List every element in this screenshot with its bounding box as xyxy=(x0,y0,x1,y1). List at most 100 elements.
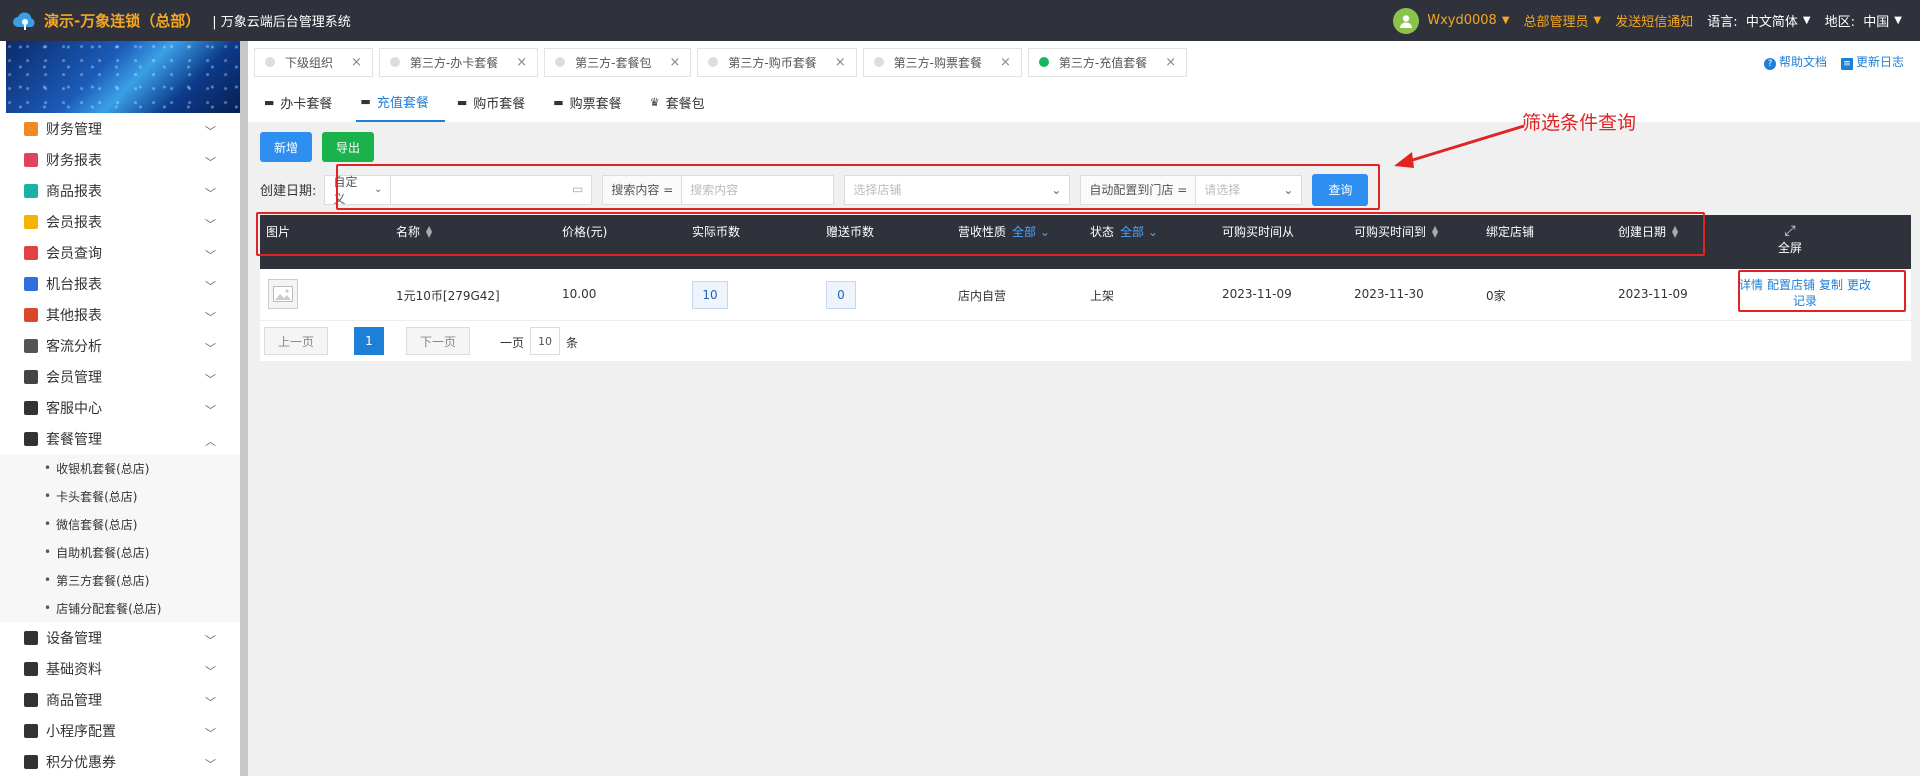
query-button[interactable]: 查询 xyxy=(1312,173,1369,206)
image-placeholder-icon[interactable] xyxy=(268,279,298,309)
close-icon[interactable]: × xyxy=(835,55,846,70)
close-icon[interactable]: × xyxy=(1165,55,1176,70)
sidebar-item-9[interactable]: 客服中心 ﹀ xyxy=(0,392,240,423)
close-icon[interactable]: × xyxy=(351,55,362,70)
config-store-link[interactable]: 配置店铺 xyxy=(1767,278,1815,292)
sidebar-item-4[interactable]: 会员查询 ﹀ xyxy=(0,237,240,268)
tab-3[interactable]: 第三方-购币套餐 × xyxy=(697,47,857,77)
sidebar-item-6[interactable]: 其他报表 ﹀ xyxy=(0,299,240,330)
chevron-down-icon: ﹀ xyxy=(205,156,216,169)
close-icon[interactable]: × xyxy=(516,55,527,70)
sidebar-item-label: 套餐管理 xyxy=(46,431,102,448)
subtab-0[interactable]: ▬ 办卡套餐 xyxy=(260,82,348,122)
sidebar-subitem[interactable]: 卡头套餐(总店) xyxy=(0,482,240,510)
col-created[interactable]: 创建日期 ▲ ▼ xyxy=(1618,223,1678,240)
help-docs-link[interactable]: ? 帮助文档 xyxy=(1763,53,1827,70)
sidebar-item-3[interactable]: 会员报表 ﹀ xyxy=(0,206,240,237)
copy-link[interactable]: 复制 xyxy=(1819,278,1843,292)
cell-bound-store: 0家 xyxy=(1486,289,1506,303)
sidebar-item-a0[interactable]: 设备管理 ﹀ xyxy=(0,622,240,653)
language-value: 中文简体 xyxy=(1745,15,1798,30)
document-icon: ≡ xyxy=(1840,58,1853,70)
subtab-1[interactable]: ▬ 充值套餐 xyxy=(356,82,445,122)
subtab-4[interactable]: ♛ 套餐包 xyxy=(646,82,721,122)
tab-1[interactable]: 第三方-办卡套餐 × xyxy=(378,47,539,77)
sidebar-subitem[interactable]: 微信套餐(总店) xyxy=(0,510,240,538)
language-selector[interactable]: 语言: 中文简体 ▼ xyxy=(1707,11,1810,30)
subtab-3[interactable]: ▬ 购票套餐 xyxy=(549,82,637,122)
tab-0[interactable]: 下级组织 × xyxy=(254,47,373,77)
close-icon[interactable]: × xyxy=(1000,55,1011,70)
date-mode-select[interactable]: 自定义 ⌄ xyxy=(325,175,392,206)
sidebar-subitem[interactable]: 第三方套餐(总店) xyxy=(0,566,240,594)
date-range-input[interactable]: ▭ xyxy=(391,176,591,204)
tab-4[interactable]: 第三方-购票套餐 × xyxy=(862,47,1022,77)
changelog-link[interactable]: ≡ 更新日志 xyxy=(1840,53,1904,70)
sidebar-subitem[interactable]: 收银机套餐(总店) xyxy=(0,454,240,482)
close-icon[interactable]: × xyxy=(670,55,681,70)
tab-label: 下级组织 xyxy=(285,55,334,70)
sort-icon: ▲ ▼ xyxy=(1672,223,1679,239)
details-link[interactable]: 详情 xyxy=(1739,278,1763,292)
subtab-label: 充值套餐 xyxy=(376,95,429,111)
current-page[interactable]: 1 xyxy=(354,327,384,355)
menu-icon xyxy=(24,723,38,738)
sidebar-item-label: 积分优惠券 xyxy=(46,754,116,771)
store-select-placeholder: 选择店铺 xyxy=(853,183,902,197)
sms-notify-link[interactable]: 发送短信通知 xyxy=(1615,11,1693,30)
prev-page-button[interactable]: 上一页 xyxy=(264,327,328,355)
revenue-filter-dropdown[interactable]: 全部 ⌄ xyxy=(1012,223,1050,240)
sidebar-item-a1[interactable]: 基础资料 ﹀ xyxy=(0,653,240,684)
auto-assign-select[interactable]: 请选择 ⌄ xyxy=(1196,181,1301,198)
cell-gift-coins: 0 xyxy=(826,281,856,309)
col-name[interactable]: 名称 ▲ ▼ xyxy=(396,223,432,240)
subtab-label: 套餐包 xyxy=(665,96,705,112)
status-filter-dropdown[interactable]: 全部 ⌄ xyxy=(1120,223,1158,240)
toolbar: 新增 导出 xyxy=(260,132,375,162)
next-page-button[interactable]: 下一页 xyxy=(406,327,470,355)
sidebar-item-0[interactable]: 财务管理 ﹀ xyxy=(0,113,240,144)
role-menu[interactable]: 总部管理员 ▼ xyxy=(1524,11,1602,30)
sidebar-subitem[interactable]: 店铺分配套餐(总店) xyxy=(0,594,240,622)
change-link[interactable]: 更改 xyxy=(1847,278,1871,292)
sidebar-item-7[interactable]: 客流分析 ﹀ xyxy=(0,330,240,361)
page-size-input[interactable]: 10 xyxy=(530,327,560,355)
sidebar-item-a3[interactable]: 小程序配置 ﹀ xyxy=(0,715,240,746)
col-buy-to[interactable]: 可购买时间到 ▲ ▼ xyxy=(1354,223,1438,240)
sidebar-item-8[interactable]: 会员管理 ﹀ xyxy=(0,361,240,392)
sidebar-menu-lower: 设备管理 ﹀ 基础资料 ﹀ 商品管理 ﹀ 小程序配置 ﹀ 积分优惠券 ﹀ xyxy=(0,622,240,776)
sidebar-item-a4[interactable]: 积分优惠券 ﹀ xyxy=(0,746,240,776)
tab-5[interactable]: 第三方-充值套餐 × xyxy=(1027,47,1188,77)
col-name-label: 名称 xyxy=(396,225,421,239)
cell-name: 1元10币[279G42] xyxy=(396,289,500,303)
sidebar-item-label: 商品报表 xyxy=(46,183,102,200)
subtab-label: 办卡套餐 xyxy=(280,96,333,112)
status-filter-value: 全部 xyxy=(1120,225,1145,239)
sidebar-item-5[interactable]: 机台报表 ﹀ xyxy=(0,268,240,299)
annotation-label: 筛选条件查询 xyxy=(1522,112,1637,134)
subtab-label: 购票套餐 xyxy=(569,96,622,112)
chevron-down-icon: ▼ xyxy=(1894,15,1902,26)
sidebar-scrollbar[interactable] xyxy=(240,41,248,776)
sidebar-subitem[interactable]: 自助机套餐(总店) xyxy=(0,538,240,566)
sidebar-item-2[interactable]: 商品报表 ﹀ xyxy=(0,175,240,206)
col-image: 图片 xyxy=(266,225,291,239)
history-link[interactable]: 记录 xyxy=(1793,294,1817,308)
calendar-icon: ▭ xyxy=(572,181,584,196)
user-avatar[interactable] xyxy=(1393,7,1420,34)
search-input[interactable]: 搜索内容 xyxy=(682,181,738,198)
sidebar-item-10[interactable]: 套餐管理 ︿ xyxy=(0,423,240,454)
region-selector[interactable]: 地区: 中国 ▼ xyxy=(1825,11,1902,30)
tab-2[interactable]: 第三方-套餐包 × xyxy=(544,47,692,77)
subtab-2[interactable]: ▬ 购币套餐 xyxy=(453,82,541,122)
store-select[interactable]: 选择店铺 ⌄ xyxy=(844,174,1071,205)
user-menu[interactable]: Wxyd0008 ▼ xyxy=(1427,13,1509,28)
sidebar-banner-image xyxy=(6,41,240,113)
menu-icon xyxy=(24,121,38,136)
sidebar: 财务管理 ﹀ 财务报表 ﹀ 商品报表 ﹀ 会员报表 ﹀ 会员查询 ﹀ 机台报表 ﹀ 其他报表 ﹀ 客流分析 ﹀… xyxy=(0,41,240,776)
sidebar-item-1[interactable]: 财务报表 ﹀ xyxy=(0,144,240,175)
add-button[interactable]: 新增 xyxy=(260,132,313,162)
fullscreen-button[interactable]: ⤢ 全屏 xyxy=(1778,223,1802,256)
sidebar-item-a2[interactable]: 商品管理 ﹀ xyxy=(0,684,240,715)
export-button[interactable]: 导出 xyxy=(322,132,375,162)
